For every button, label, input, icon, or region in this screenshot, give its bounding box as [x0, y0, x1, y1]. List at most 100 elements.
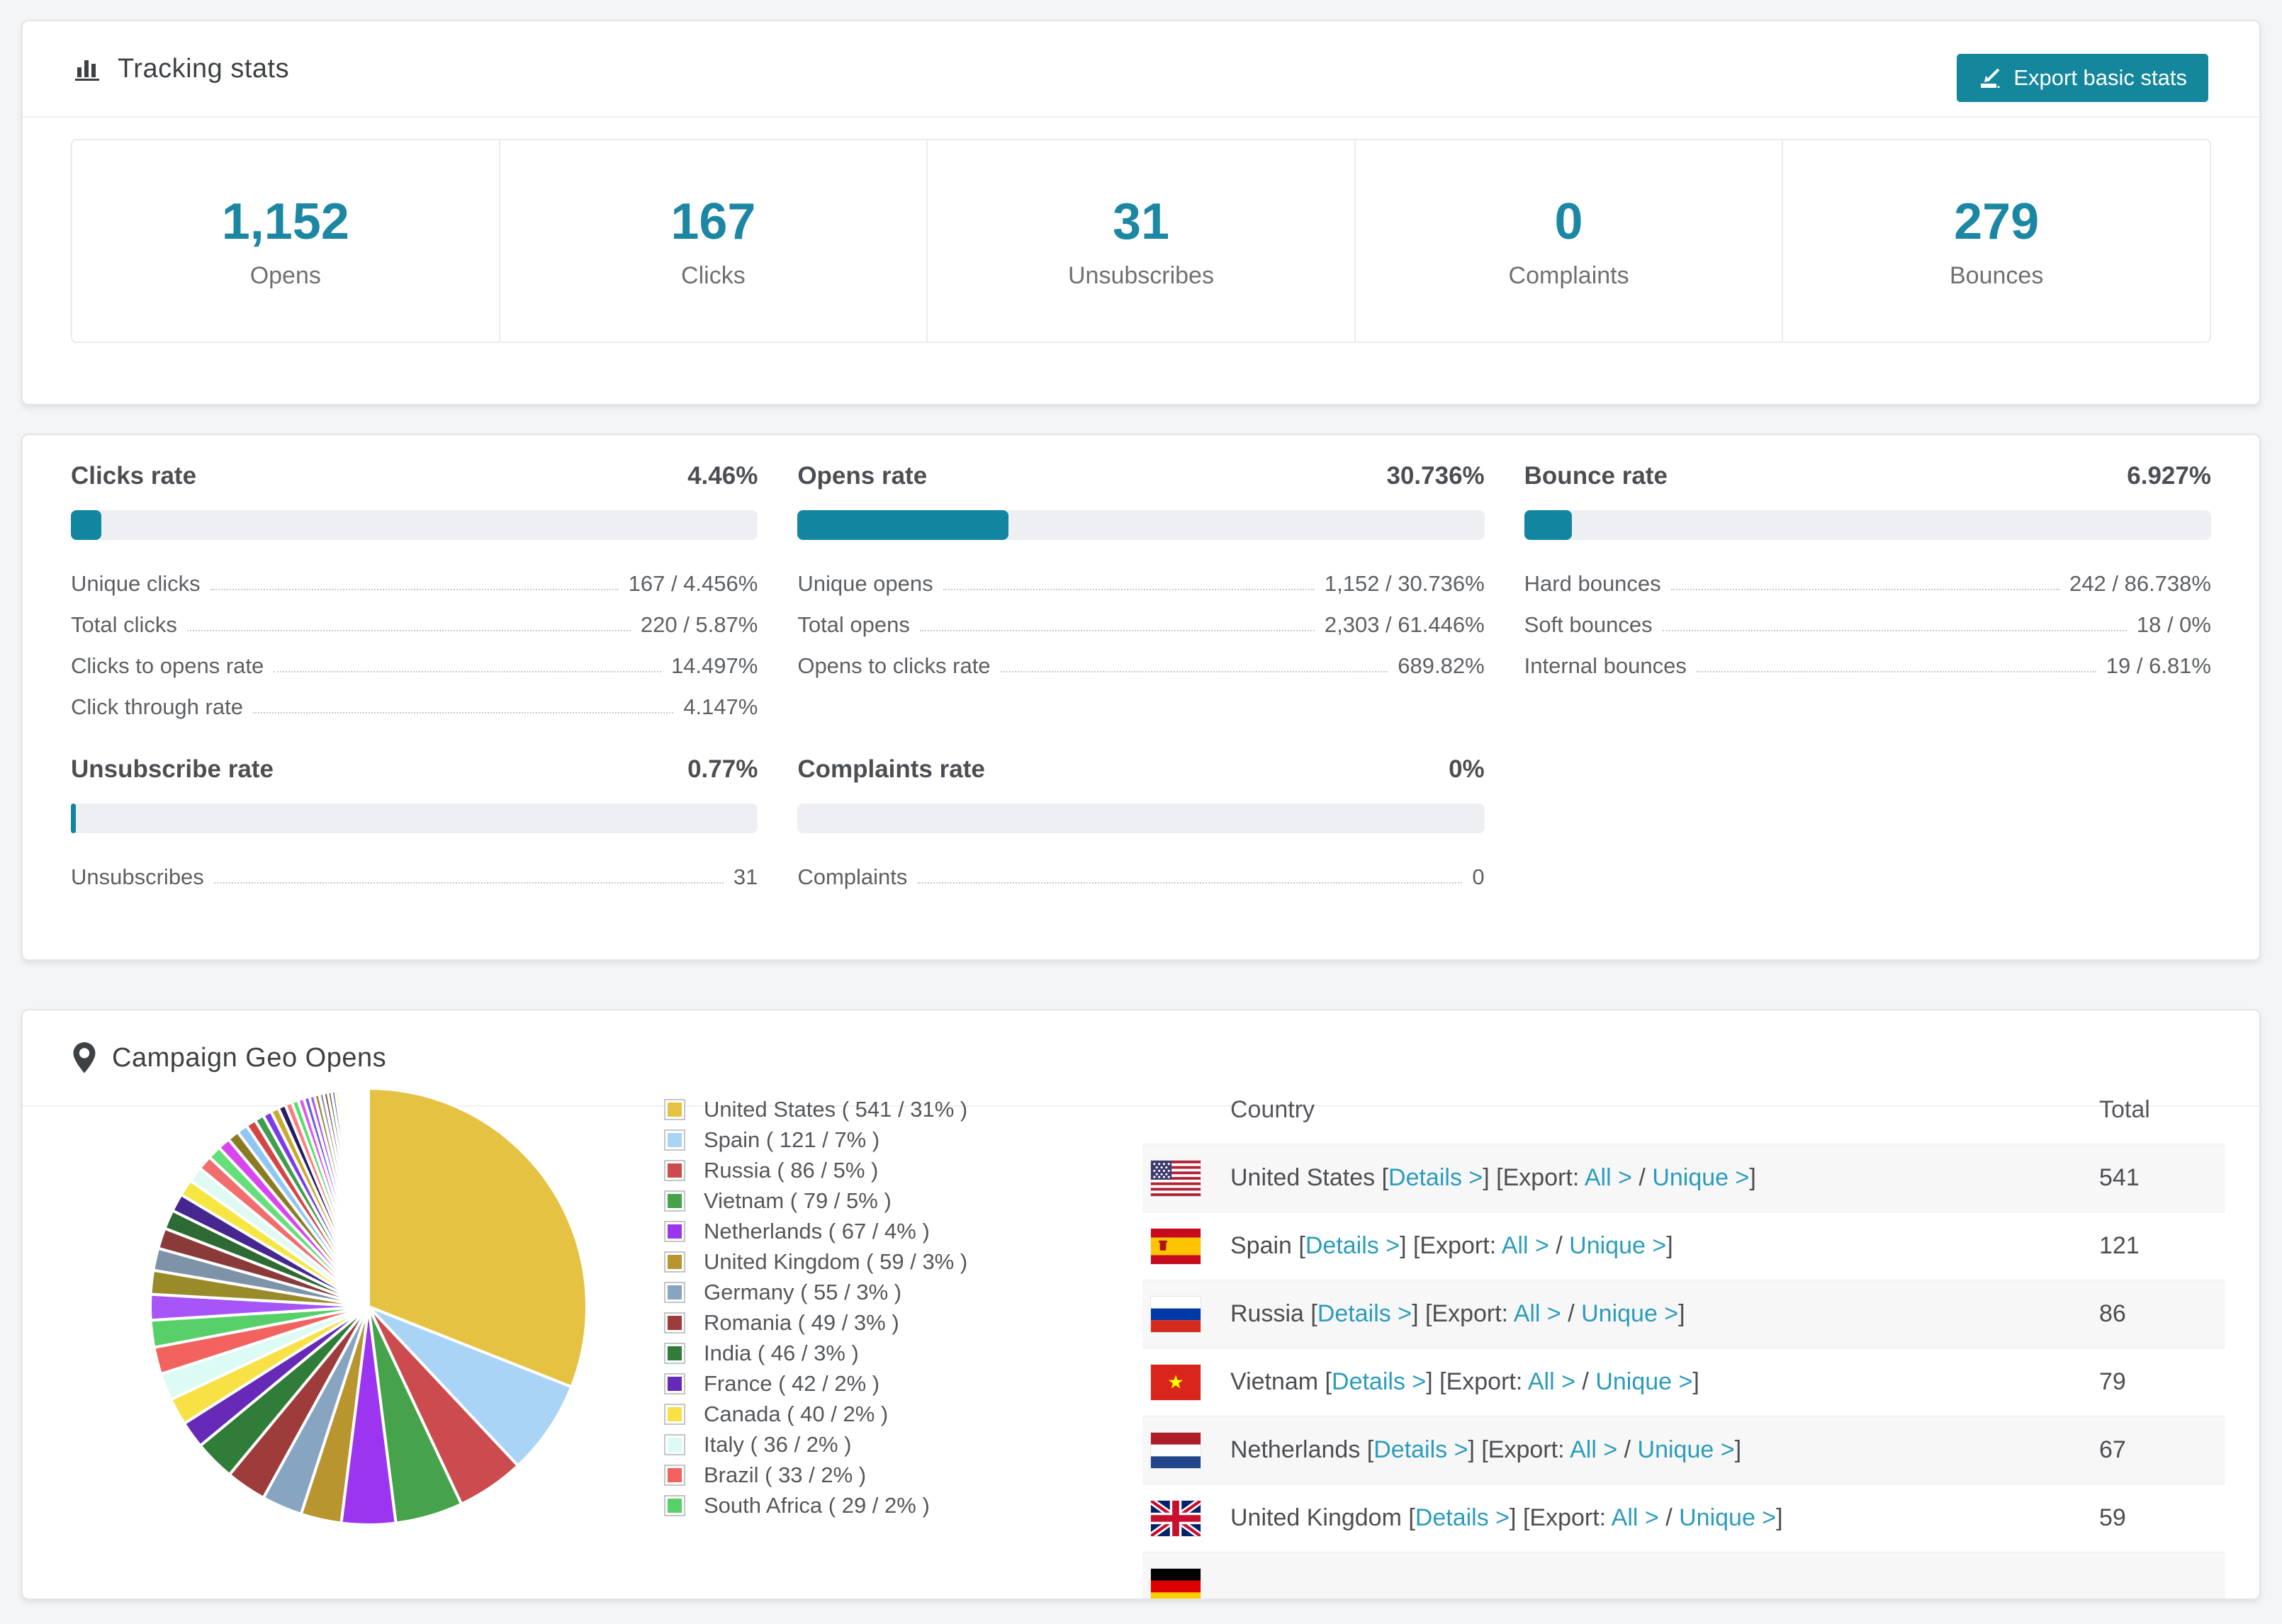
rate-detail-row: Click through rate 4.147% [71, 679, 758, 720]
export-all-link[interactable]: All > [1502, 1232, 1549, 1259]
rate-section-clicks-rate: Clicks rate 4.46% Unique clicks 167 / 4.456… [71, 462, 758, 720]
geo-country-table: Country Total United States [Details >] … [1142, 1076, 2225, 1598]
detail-value: 220 / 5.87% [640, 612, 758, 637]
rate-detail-row: Hard bounces 242 / 86.738% [1524, 556, 2211, 597]
legend-label: Spain ( 121 / 7% ) [704, 1127, 880, 1152]
legend-item: United Kingdom ( 59 / 3% ) [664, 1246, 967, 1277]
geo-opens-title: Campaign Geo Opens [112, 1042, 387, 1073]
export-unique-link[interactable]: Unique > [1652, 1164, 1749, 1191]
detail-value: 2,303 / 61.446% [1324, 612, 1485, 637]
export-unique-link[interactable]: Unique > [1581, 1300, 1678, 1327]
legend-swatch [664, 1251, 685, 1273]
rate-detail-row: Internal bounces 19 / 6.81% [1524, 638, 2211, 679]
stat-label: Bounces [1950, 261, 2044, 289]
legend-item: India ( 46 / 3% ) [664, 1338, 967, 1368]
stat-label: Clicks [681, 261, 746, 289]
legend-item: Brazil ( 33 / 2% ) [664, 1460, 967, 1490]
page-title: Tracking stats [118, 53, 290, 84]
stat-cell-unsubscribes: 31 Unsubscribes [926, 140, 1354, 342]
legend-swatch [664, 1494, 685, 1516]
details-link[interactable]: Details > [1332, 1368, 1426, 1395]
export-unique-link[interactable]: Unique > [1638, 1436, 1735, 1463]
dotted-leader [1696, 671, 2096, 672]
rate-detail-row: Unique opens 1,152 / 30.736% [797, 556, 1484, 597]
legend-label: Canada ( 40 / 2% ) [704, 1401, 889, 1426]
bar-chart-icon [72, 54, 102, 84]
export-unique-link[interactable]: Unique > [1569, 1232, 1666, 1259]
legend-item: South Africa ( 29 / 2% ) [664, 1490, 967, 1521]
country-column-header: Country [1230, 1095, 1315, 1123]
dotted-leader [186, 630, 631, 631]
stat-value: 31 [1112, 193, 1170, 250]
dotted-leader [274, 671, 661, 672]
detail-value: 4.147% [683, 694, 758, 719]
stat-cell-bounces: 279 Bounces [1782, 140, 2210, 342]
details-link[interactable]: Details > [1373, 1436, 1468, 1463]
legend-item: Russia ( 86 / 5% ) [664, 1155, 967, 1185]
es-flag-icon [1150, 1227, 1201, 1265]
export-all-link[interactable]: All > [1528, 1368, 1575, 1395]
export-all-link[interactable]: All > [1585, 1164, 1632, 1191]
geo-opens-panel: Campaign Geo Opens United States ( 541 /… [21, 1009, 2261, 1600]
details-link[interactable]: Details > [1388, 1164, 1483, 1191]
details-link[interactable]: Details > [1415, 1504, 1510, 1531]
export-unique-link[interactable]: Unique > [1679, 1504, 1776, 1531]
export-all-link[interactable]: All > [1570, 1436, 1617, 1463]
map-pin-icon [72, 1042, 96, 1074]
table-row-russia: Russia [Details >] [Export: All > / Uniq… [1142, 1280, 2225, 1348]
dotted-leader [1670, 589, 2060, 590]
table-row-vietnam: Vietnam [Details >] [Export: All > / Uni… [1142, 1348, 2225, 1416]
table-row-germany [1142, 1552, 2225, 1598]
legend-label: South Africa ( 29 / 2% ) [704, 1492, 930, 1518]
legend-label: Netherlands ( 67 / 4% ) [704, 1218, 930, 1244]
details-link[interactable]: Details > [1305, 1232, 1400, 1259]
legend-label: Italy ( 36 / 2% ) [704, 1431, 852, 1457]
country-cell-text: United Kingdom [Details >] [Export: All … [1230, 1504, 1783, 1531]
export-unique-link[interactable]: Unique > [1595, 1368, 1692, 1395]
rate-value: 6.927% [2127, 462, 2211, 490]
legend-swatch [664, 1372, 685, 1394]
detail-label: Total opens [797, 612, 910, 637]
gb-flag-icon [1150, 1499, 1201, 1537]
export-icon [1978, 66, 2002, 90]
legend-item: Germany ( 55 / 3% ) [664, 1277, 967, 1307]
table-row-spain: Spain [Details >] [Export: All > / Uniqu… [1142, 1212, 2225, 1280]
detail-value: 19 / 6.81% [2106, 653, 2211, 678]
rate-progress-bar [797, 510, 1485, 540]
de-flag-icon [1150, 1567, 1201, 1598]
tracking-stats-panel: Tracking stats Export basic stats 1,152 O… [21, 20, 2261, 405]
rates-panel: Clicks rate 4.46% Unique clicks 167 / 4.456… [21, 434, 2261, 961]
legend-item: Vietnam ( 79 / 5% ) [664, 1185, 967, 1216]
detail-value: 689.82% [1398, 653, 1485, 678]
rate-detail-row: Clicks to opens rate 14.497% [71, 638, 758, 679]
legend-item: Romania ( 49 / 3% ) [664, 1307, 967, 1338]
legend-label: India ( 46 / 3% ) [704, 1340, 859, 1365]
legend-swatch [664, 1098, 685, 1120]
dotted-leader [1000, 671, 1388, 672]
total-cell: 67 [2099, 1436, 2126, 1463]
export-all-link[interactable]: All > [1514, 1300, 1561, 1327]
geo-table-header-row: Country Total [1142, 1076, 2225, 1144]
legend-swatch [664, 1433, 685, 1455]
rate-detail-row: Opens to clicks rate 689.82% [797, 638, 1484, 679]
legend-item: United States ( 541 / 31% ) [664, 1094, 967, 1124]
country-cell-text: Vietnam [Details >] [Export: All > / Uni… [1230, 1368, 1699, 1395]
legend-item: Italy ( 36 / 2% ) [664, 1429, 967, 1460]
dotted-leader [210, 589, 619, 590]
detail-value: 242 / 86.738% [2069, 571, 2211, 596]
legend-label: France ( 42 / 2% ) [704, 1370, 880, 1396]
rate-section-complaints-rate: Complaints rate 0% Complaints 0 [797, 755, 1485, 890]
table-row-netherlands: Netherlands [Details >] [Export: All > /… [1142, 1416, 2225, 1484]
details-link[interactable]: Details > [1317, 1300, 1412, 1327]
detail-value: 167 / 4.456% [628, 571, 758, 596]
detail-label: Click through rate [71, 694, 243, 719]
rate-detail-row: Unsubscribes 31 [71, 849, 758, 890]
detail-label: Opens to clicks rate [797, 653, 991, 678]
table-row-united-kingdom: United Kingdom [Details >] [Export: All … [1142, 1484, 2225, 1552]
export-all-link[interactable]: All > [1612, 1504, 1659, 1531]
rate-value: 0.77% [687, 755, 758, 783]
total-cell: 59 [2099, 1504, 2126, 1531]
export-basic-stats-button[interactable]: Export basic stats [1957, 54, 2208, 102]
table-row-united-states: United States [Details >] [Export: All >… [1142, 1144, 2225, 1212]
legend-swatch [664, 1464, 685, 1486]
